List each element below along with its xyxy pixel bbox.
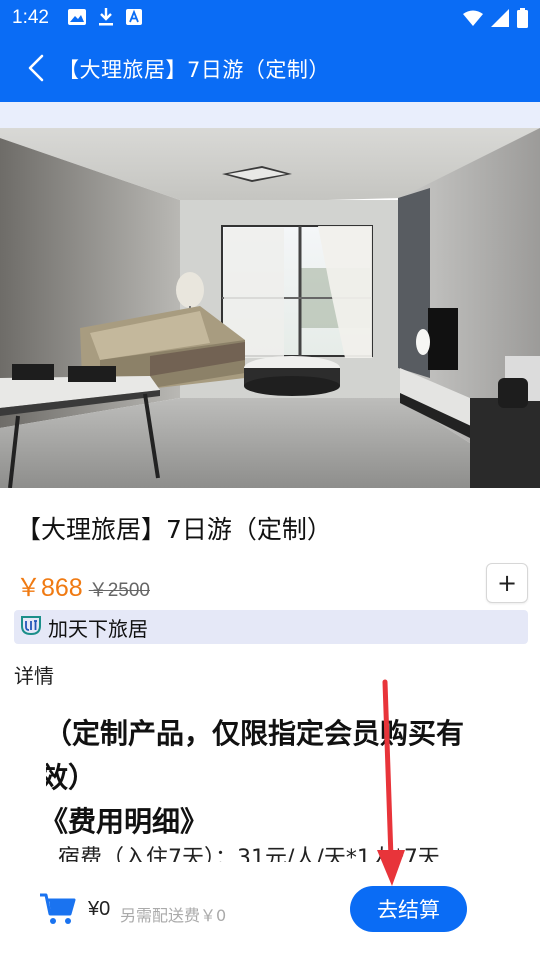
detail-label: 详情 (14, 664, 54, 688)
detail-content: （定制产品，仅限指定会员购买有 效） 《费用明细》 宿费（入住7天）：31元/人… (46, 712, 506, 862)
bottom-cart-bar: ¥0 另需配送费￥0 去结算 (0, 862, 540, 960)
image-icon (68, 9, 86, 29)
detail-line: 效） (46, 761, 97, 794)
cart-icon[interactable] (38, 892, 78, 930)
status-right-icons (463, 8, 528, 32)
battery-icon (517, 8, 528, 32)
original-price: ￥2500 (88, 580, 150, 601)
product-image[interactable] (0, 128, 540, 488)
download-icon (98, 8, 114, 30)
cart-total: ¥0 (88, 898, 111, 920)
shop-name: 加天下旅居 (48, 616, 148, 641)
a-box-icon (126, 9, 142, 29)
detail-line: 《费用明细》 (46, 805, 209, 838)
plus-icon: + (496, 569, 518, 597)
delivery-fee-note: 另需配送费￥0 (120, 906, 227, 925)
back-button[interactable] (18, 50, 54, 86)
product-title: 【大理旅居】7日游（定制） (16, 515, 332, 544)
page-title: 【大理旅居】7日游（定制） (58, 58, 330, 82)
image-top-strip (0, 102, 540, 128)
detail-line: 宿费（入住7天）：31元/人/天*1人*7天 (58, 846, 440, 862)
app-bar: 【大理旅居】7日游（定制） (0, 36, 540, 102)
wifi-icon (463, 10, 483, 30)
price-row: ￥868 ￥2500 (16, 568, 150, 604)
shop-logo-icon (20, 614, 42, 640)
chevron-left-icon (28, 54, 44, 82)
add-to-cart-button[interactable]: + (486, 563, 528, 603)
status-left-icons (68, 8, 142, 30)
detail-line: （定制产品，仅限指定会员购买有 (46, 717, 465, 750)
current-price: ￥868 (16, 574, 83, 602)
signal-icon (491, 9, 509, 31)
status-bar: 1:42 (0, 0, 540, 36)
shop-badge[interactable]: 加天下旅居 (14, 610, 528, 644)
status-time: 1:42 (12, 7, 49, 28)
checkout-button[interactable]: 去结算 (350, 886, 467, 932)
